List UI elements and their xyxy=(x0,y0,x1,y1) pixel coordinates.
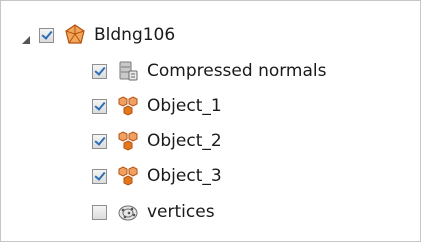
checkbox-object-1[interactable] xyxy=(92,98,107,114)
object-cluster-icon xyxy=(117,165,139,187)
tree-row-vertices[interactable]: vertices xyxy=(92,197,215,227)
checkbox-root[interactable] xyxy=(39,27,54,43)
checkbox-compressed-normals[interactable] xyxy=(92,63,107,79)
tree-item-label-root: Bldng106 xyxy=(94,25,176,45)
checkbox-object-3[interactable] xyxy=(92,168,107,184)
expand-collapse-icon[interactable] xyxy=(21,30,31,44)
object-cluster-icon xyxy=(117,95,139,117)
tree-item-label: Compressed normals xyxy=(147,61,327,81)
scene-tree-panel: Bldng106 Compressed normals Object_1 Obj… xyxy=(0,0,421,242)
database-stack-icon xyxy=(117,60,139,82)
checkbox-vertices[interactable] xyxy=(92,204,107,220)
building-polygon-icon xyxy=(64,24,86,46)
object-cluster-icon xyxy=(117,130,139,152)
tree-row-object-3[interactable]: Object_3 xyxy=(92,161,222,191)
tree-row-compressed-normals[interactable]: Compressed normals xyxy=(92,56,327,86)
tree-row-root[interactable]: Bldng106 xyxy=(21,20,175,50)
tree-item-label: Object_2 xyxy=(147,131,222,151)
tree-item-label: vertices xyxy=(147,202,215,222)
checkbox-object-2[interactable] xyxy=(92,133,107,149)
tree-row-object-2[interactable]: Object_2 xyxy=(92,126,222,156)
vertices-cloud-icon xyxy=(117,201,139,223)
tree-item-label: Object_1 xyxy=(147,96,222,116)
tree-row-object-1[interactable]: Object_1 xyxy=(92,91,222,121)
tree-item-label: Object_3 xyxy=(147,166,222,186)
